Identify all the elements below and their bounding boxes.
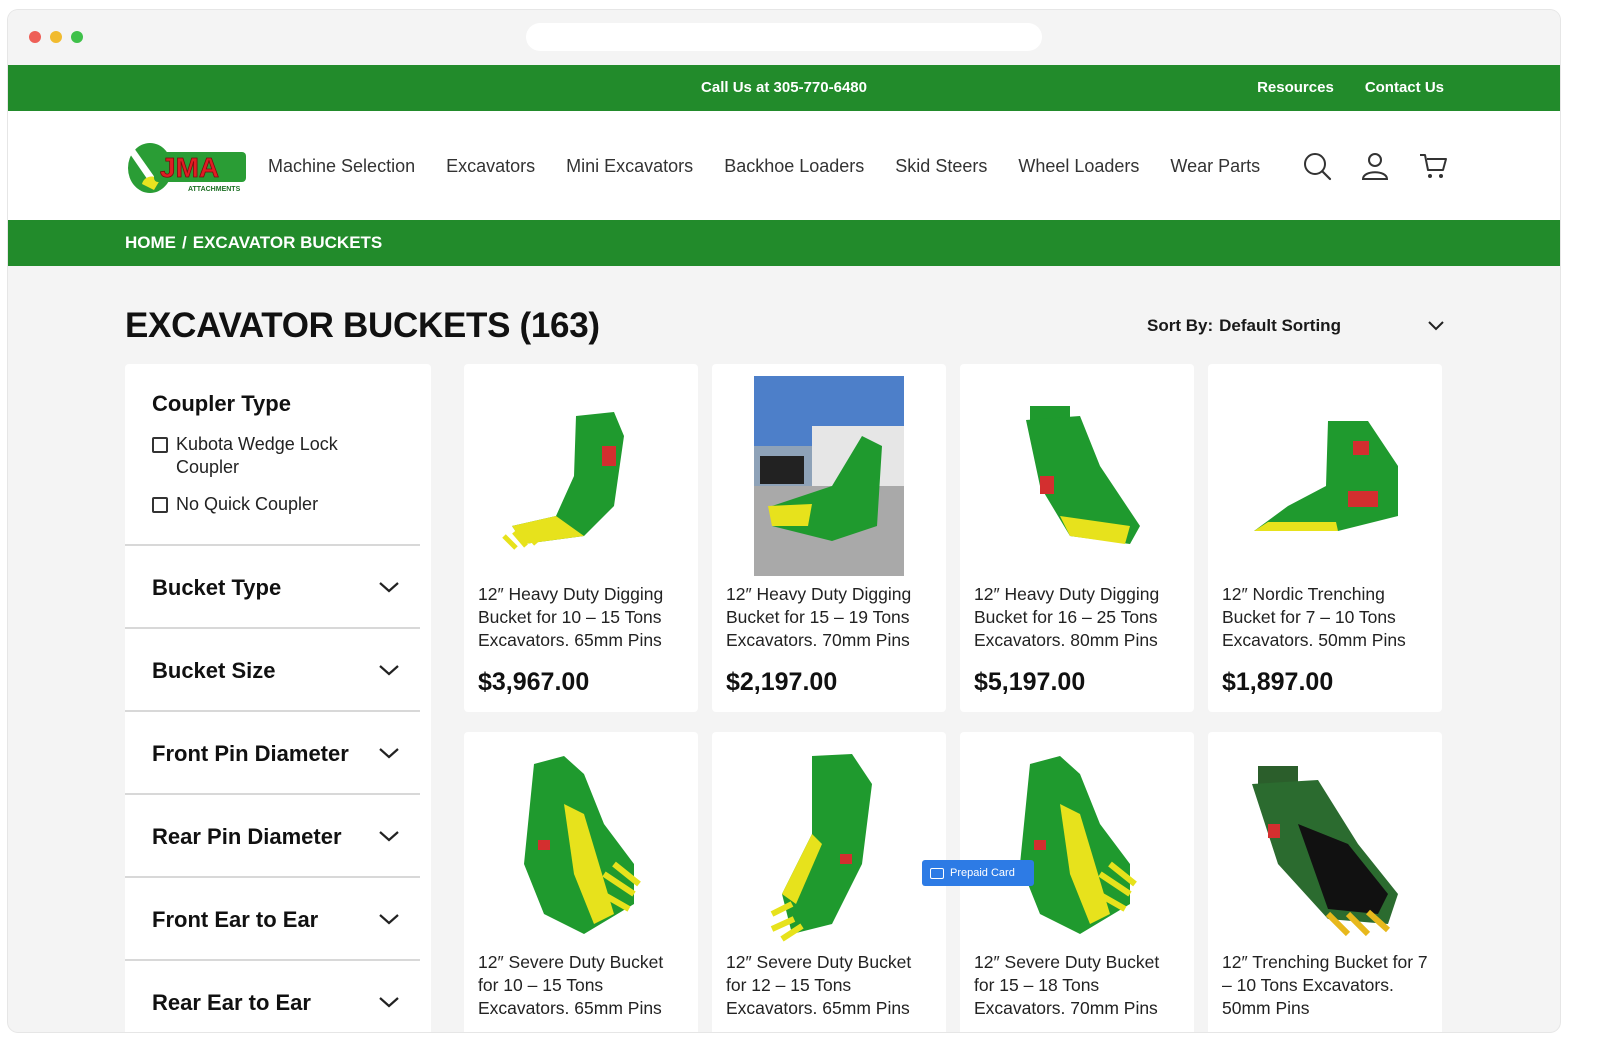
- nav-wheel-loaders[interactable]: Wheel Loaders: [1018, 156, 1139, 177]
- resources-link[interactable]: Resources: [1257, 79, 1334, 96]
- main-nav: Machine Selection Excavators Mini Excava…: [268, 156, 1260, 177]
- product-price: $1,897.00: [1222, 668, 1334, 696]
- product-image[interactable]: [960, 744, 1194, 944]
- filter-rear-pin-diameter[interactable]: Rear Pin Diameter: [125, 795, 420, 878]
- filter-label: Front Ear to Ear: [152, 907, 319, 932]
- nav-excavators[interactable]: Excavators: [446, 156, 535, 177]
- credit-card-icon: [930, 867, 944, 879]
- product-image[interactable]: [712, 376, 946, 576]
- logo-text: JMA: [160, 152, 219, 183]
- product-name[interactable]: 12″ Heavy Duty Digging Bucket for 15 – 1…: [726, 583, 936, 652]
- sort-label: Sort By:: [1147, 316, 1214, 335]
- logo-subtext: ATTACHMENTS: [188, 186, 241, 193]
- filter-bucket-type[interactable]: Bucket Type: [125, 546, 420, 629]
- product-image[interactable]: [712, 744, 946, 944]
- page-title: EXCAVATOR BUCKETS (163): [125, 306, 600, 345]
- checkbox-icon[interactable]: [152, 497, 168, 513]
- minimize-dot[interactable]: [50, 31, 62, 43]
- chevron-down-icon: [379, 748, 399, 759]
- coupler-option-label: Kubota Wedge Lock Coupler: [176, 434, 338, 477]
- product-name[interactable]: 12″ Severe Duty Bucket for 12 – 15 Tons …: [726, 951, 936, 1020]
- filter-rear-ear-to-ear[interactable]: Rear Ear to Ear: [125, 961, 420, 1032]
- nav-backhoe-loaders[interactable]: Backhoe Loaders: [724, 156, 864, 177]
- product-card[interactable]: 12″ Heavy Duty Digging Bucket for 16 – 2…: [960, 364, 1194, 712]
- jma-logo[interactable]: JMA ATTACHMENTS: [124, 136, 248, 196]
- chevron-down-icon: [379, 665, 399, 676]
- top-links: Resources Contact Us: [1257, 79, 1444, 96]
- top-bar: Call Us at 305-770-6480 Resources Contac…: [8, 65, 1560, 111]
- breadcrumb-separator: /: [182, 233, 187, 252]
- product-price: $3,967.00: [478, 668, 590, 696]
- browser-chrome: [8, 10, 1560, 65]
- filter-label: Rear Ear to Ear: [152, 990, 311, 1015]
- header-icons: [1302, 151, 1448, 181]
- filter-label: Bucket Size: [152, 658, 276, 683]
- filter-label: Bucket Type: [152, 575, 282, 600]
- product-name[interactable]: 12″ Heavy Duty Digging Bucket for 10 – 1…: [478, 583, 688, 652]
- nav-mini-excavators[interactable]: Mini Excavators: [566, 156, 693, 177]
- search-icon[interactable]: [1302, 151, 1332, 181]
- coupler-type-title: Coupler Type: [152, 391, 291, 416]
- coupler-option-none[interactable]: No Quick Coupler: [152, 493, 420, 516]
- nav-wear-parts[interactable]: Wear Parts: [1170, 156, 1260, 177]
- cart-icon[interactable]: [1418, 151, 1448, 181]
- maximize-dot[interactable]: [71, 31, 83, 43]
- contact-us-link[interactable]: Contact Us: [1365, 79, 1444, 96]
- breadcrumb-home[interactable]: HOME: [125, 233, 176, 266]
- breadcrumb: HOME / EXCAVATOR BUCKETS: [8, 220, 1560, 266]
- user-icon[interactable]: [1360, 151, 1390, 181]
- product-name[interactable]: 12″ Heavy Duty Digging Bucket for 16 – 2…: [974, 583, 1184, 652]
- nav-machine-selection[interactable]: Machine Selection: [268, 156, 415, 177]
- nav-skid-steers[interactable]: Skid Steers: [895, 156, 987, 177]
- product-name[interactable]: 12″ Nordic Trenching Bucket for 7 – 10 T…: [1222, 583, 1432, 652]
- chevron-down-icon: [379, 582, 399, 593]
- chevron-down-icon: [379, 914, 399, 925]
- product-card[interactable]: 12″ Trenching Bucket for 7 – 10 Tons Exc…: [1208, 732, 1442, 1032]
- breadcrumb-current: EXCAVATOR BUCKETS: [192, 233, 383, 252]
- close-dot[interactable]: [29, 31, 41, 43]
- product-card[interactable]: 12″ Heavy Duty Digging Bucket for 15 – 1…: [712, 364, 946, 712]
- chevron-down-icon: [379, 831, 399, 842]
- filter-bucket-size[interactable]: Bucket Size: [125, 629, 420, 712]
- address-bar[interactable]: [526, 23, 1042, 51]
- filter-sidebar: Coupler Type Kubota Wedge Lock Coupler N…: [125, 364, 431, 1032]
- chevron-down-icon: [379, 997, 399, 1008]
- product-image[interactable]: [1208, 376, 1442, 576]
- filter-front-pin-diameter[interactable]: Front Pin Diameter: [125, 712, 420, 795]
- browser-window: Call Us at 305-770-6480 Resources Contac…: [8, 10, 1560, 1032]
- site-header: JMA ATTACHMENTS Machine Selection Excava…: [8, 111, 1560, 220]
- product-image[interactable]: [464, 376, 698, 576]
- filter-label: Front Pin Diameter: [152, 741, 349, 766]
- coupler-type-filter: Coupler Type Kubota Wedge Lock Coupler N…: [125, 364, 420, 546]
- coupler-option-kubota[interactable]: Kubota Wedge Lock Coupler: [152, 433, 420, 479]
- product-price: $5,197.00: [974, 668, 1086, 696]
- prepaid-card-label: Prepaid Card: [950, 867, 1015, 879]
- product-card[interactable]: 12″ Severe Duty Bucket for 12 – 15 Tons …: [712, 732, 946, 1032]
- prepaid-card-tooltip[interactable]: Prepaid Card: [922, 860, 1034, 886]
- window-controls: [29, 31, 83, 43]
- chevron-down-icon[interactable]: [1426, 318, 1446, 332]
- product-card[interactable]: 12″ Nordic Trenching Bucket for 7 – 10 T…: [1208, 364, 1442, 712]
- coupler-option-label: No Quick Coupler: [176, 494, 319, 514]
- product-price: $2,197.00: [726, 668, 838, 696]
- product-card[interactable]: 12″ Severe Duty Bucket for 10 – 15 Tons …: [464, 732, 698, 1032]
- product-name[interactable]: 12″ Severe Duty Bucket for 10 – 15 Tons …: [478, 951, 688, 1020]
- product-card[interactable]: 12″ Heavy Duty Digging Bucket for 10 – 1…: [464, 364, 698, 712]
- sort-dropdown[interactable]: Sort By: Default Sorting: [1147, 316, 1341, 336]
- checkbox-icon[interactable]: [152, 437, 168, 453]
- product-name[interactable]: 12″ Trenching Bucket for 7 – 10 Tons Exc…: [1222, 951, 1432, 1020]
- filter-label: Rear Pin Diameter: [152, 824, 342, 849]
- sort-value: Default Sorting: [1219, 316, 1341, 335]
- product-image[interactable]: [960, 376, 1194, 576]
- filter-front-ear-to-ear[interactable]: Front Ear to Ear: [125, 878, 420, 961]
- product-image[interactable]: [464, 744, 698, 944]
- product-image[interactable]: [1208, 744, 1442, 944]
- product-name[interactable]: 12″ Severe Duty Bucket for 15 – 18 Tons …: [974, 951, 1184, 1020]
